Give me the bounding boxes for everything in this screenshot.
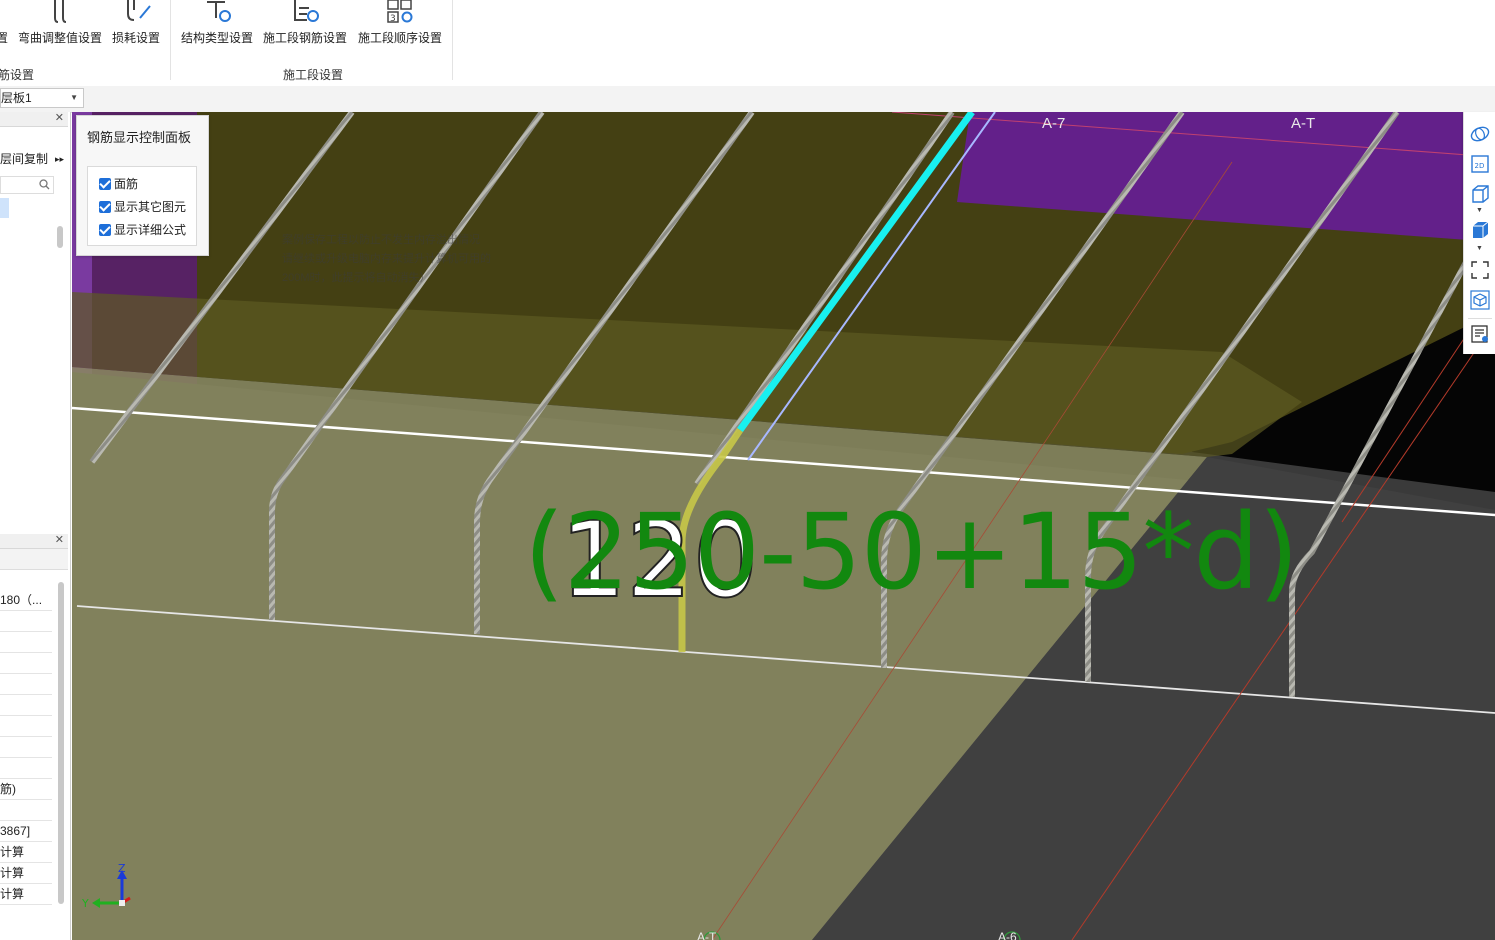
cube-outline-icon[interactable]	[1470, 184, 1490, 204]
floor-select[interactable]: 层板1 ▼	[0, 88, 84, 108]
chevron-down-icon[interactable]: ▼	[1476, 245, 1483, 252]
view-toolbar: 2D ▼ ▼	[1463, 112, 1495, 354]
left-panel: ✕ 层间复制 ▸▸ ✕ 180（... 筋) 3867] 计算 计算 计算	[0, 112, 71, 940]
layer-copy-action[interactable]: 层间复制 ▸▸	[0, 150, 68, 168]
axis-label: A-6	[998, 930, 1017, 940]
list-item[interactable]	[0, 611, 52, 632]
list-item[interactable]: 3867]	[0, 821, 52, 842]
axis-triad: Z Y	[81, 862, 131, 910]
close-icon[interactable]: ✕	[55, 112, 64, 125]
checkbox-checked-icon[interactable]	[99, 178, 111, 190]
construction-order-icon: 3	[387, 0, 413, 24]
search-icon[interactable]	[39, 179, 50, 190]
checkbox-checked-icon[interactable]	[99, 201, 111, 213]
memory-warning: 案例保存工程以防止不发生内存溢出情况 请继续或升级电脑内存来提升计算机可用的 2…	[282, 234, 491, 284]
list-item[interactable]: 180（...	[0, 590, 52, 611]
list-item[interactable]	[0, 653, 52, 674]
search-input[interactable]	[0, 176, 54, 194]
list-item[interactable]: 计算	[0, 842, 52, 863]
rebar-display-control-panel: 钢筋显示控制面板 面筋 显示其它图元 显示详细公式	[76, 115, 209, 256]
report-icon[interactable]	[1470, 324, 1490, 344]
option-top-rebar[interactable]: 面筋	[99, 175, 138, 191]
option-show-detailed-formula[interactable]: 显示详细公式	[99, 221, 186, 237]
loss-icon	[127, 0, 151, 21]
list-item[interactable]	[0, 737, 52, 758]
svg-text:2D: 2D	[1475, 162, 1485, 170]
secondary-toolbar: 层板1 ▼	[0, 86, 1495, 113]
construction-rebar-settings-button[interactable]: 施工段钢筋设置	[261, 0, 349, 50]
panel-title-bar: ✕	[0, 534, 68, 549]
settings-button-partial[interactable]: 置	[0, 0, 10, 50]
list-item[interactable]	[0, 716, 52, 737]
rebar-formula: (250-50+15*d)	[524, 491, 1299, 613]
axis-label: A-7	[1042, 115, 1066, 132]
panel-title-bar: ✕	[0, 112, 68, 127]
list-item[interactable]: 计算	[0, 884, 52, 905]
hexagon-cube-icon[interactable]	[1470, 290, 1490, 310]
display-options: 面筋 显示其它图元 显示详细公式	[87, 166, 197, 246]
list-item[interactable]	[0, 695, 52, 716]
y-axis-label: Y	[81, 897, 89, 910]
list-item[interactable]	[0, 800, 52, 821]
list-item[interactable]	[0, 758, 52, 779]
checkbox-checked-icon[interactable]	[99, 224, 111, 236]
close-icon[interactable]: ✕	[55, 534, 64, 547]
floor-select-value: 层板1	[1, 91, 32, 105]
construction-group-label: 施工段设置	[283, 68, 344, 82]
scrollbar-thumb[interactable]	[58, 582, 64, 904]
option-show-other-elements[interactable]: 显示其它图元	[99, 198, 186, 214]
solid-cube-icon[interactable]	[1470, 220, 1490, 240]
toolbar-divider	[1468, 318, 1492, 319]
z-axis-label: Z	[118, 862, 126, 875]
rebar-settings-group-label: 筋设置	[0, 68, 35, 82]
loss-settings-button[interactable]: 损耗设置	[110, 0, 162, 50]
scrollbar-thumb[interactable]	[57, 226, 63, 248]
panel-title: 钢筋显示控制面板	[87, 130, 192, 145]
list-item[interactable]: 计算	[0, 863, 52, 884]
structure-type-settings-button[interactable]: 结构类型设置	[179, 0, 255, 50]
2d-icon[interactable]: 2D	[1470, 154, 1490, 174]
svg-text:3: 3	[390, 14, 396, 24]
selected-tree-item[interactable]	[0, 198, 9, 218]
ellipse-view-icon[interactable]	[1470, 124, 1490, 144]
chevron-down-icon[interactable]: ▼	[1476, 207, 1483, 214]
list-item[interactable]	[0, 674, 52, 695]
list-item[interactable]	[0, 632, 52, 653]
group-separator	[170, 0, 171, 80]
list-item[interactable]: 筋)	[0, 779, 52, 800]
axis-label: A-T	[1291, 115, 1316, 132]
construction-order-settings-button[interactable]: 3 施工段顺序设置	[356, 0, 444, 50]
bend-adjust-settings-button[interactable]: 弯曲调整值设置	[17, 0, 103, 50]
fit-view-icon[interactable]	[1470, 260, 1490, 280]
bend-adjust-icon	[54, 0, 67, 23]
table-header	[0, 549, 68, 570]
construction-rebar-icon	[294, 0, 319, 22]
chevron-down-icon[interactable]: ▼	[70, 89, 78, 107]
ribbon: 置 弯曲调整值设置 损耗设置 结构类型设置 施工段钢筋设置 3 施工段顺序设置 …	[0, 0, 1495, 87]
more-icon[interactable]: ▸▸	[55, 150, 64, 168]
group-separator	[452, 0, 453, 80]
structure-type-icon	[207, 1, 231, 22]
axis-label: A-T	[697, 930, 717, 940]
